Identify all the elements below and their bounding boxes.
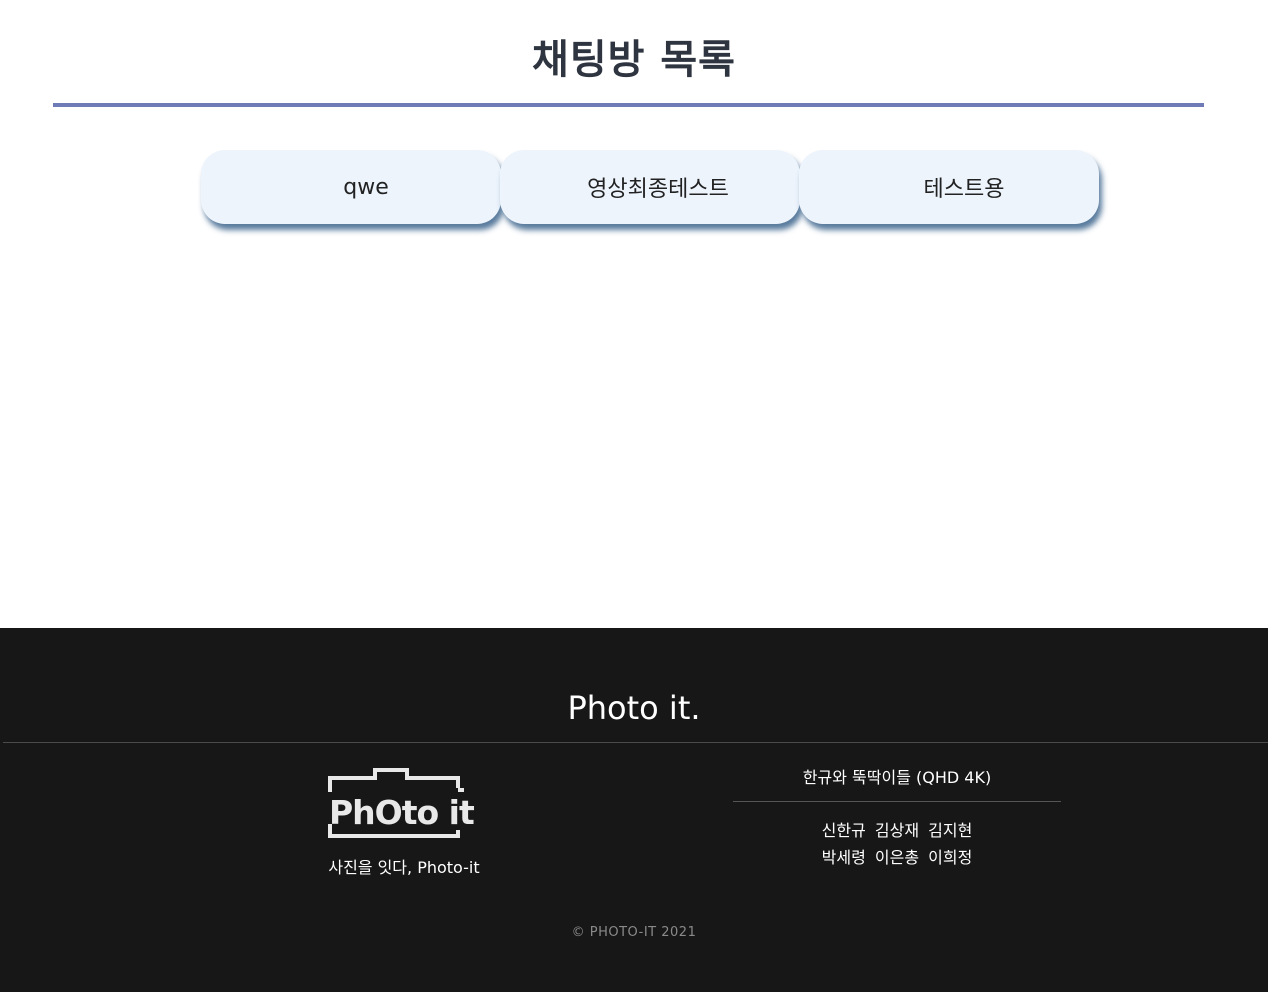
chat-room-label: 테스트용 [923, 177, 1005, 202]
footer: Photo it. PhOto it 사진을 잇다, Photo-it 한규와 … [0, 628, 1268, 992]
team-name: 한규와 뚝딱이들 (QHD 4K) [802, 768, 992, 787]
copyright: © PHOTO-IT 2021 [571, 925, 697, 940]
team-divider [733, 801, 1061, 802]
chat-room-list: qwe 영상최종테스트 테스트용 [201, 150, 1099, 226]
chat-room-label: 영상최종테스트 [587, 177, 729, 202]
chat-room-button[interactable]: qwe [201, 150, 501, 224]
footer-divider [3, 742, 1268, 743]
photo-it-logo: PhOto it [327, 766, 479, 840]
team-members-row: 박세령 이은총 이희정 [821, 848, 973, 867]
camera-logo-icon: PhOto it [328, 768, 476, 838]
footer-brand: Photo it. [567, 689, 701, 727]
chat-room-button[interactable]: 테스트용 [799, 150, 1099, 224]
chat-room-label: qwe [343, 174, 389, 200]
team-members-row: 신한규 김상재 김지현 [821, 821, 973, 840]
logo-tagline: 사진을 잇다, Photo-it [328, 858, 480, 877]
page: 채팅방 목록 qwe 영상최종테스트 테스트용 Photo it. PhOto … [0, 0, 1268, 992]
chat-room-button[interactable]: 영상최종테스트 [500, 150, 800, 224]
title-divider [53, 103, 1204, 107]
page-title: 채팅방 목록 [532, 37, 736, 83]
logo-text: PhOto it [329, 793, 475, 832]
